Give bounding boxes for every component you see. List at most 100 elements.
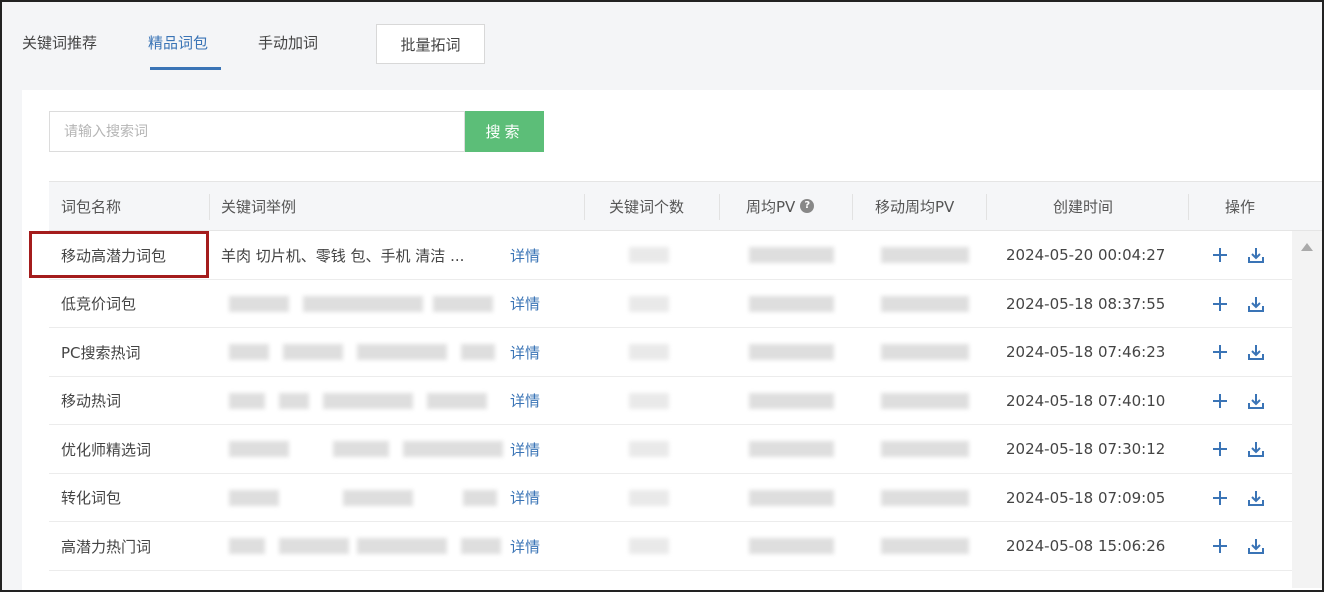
- download-icon[interactable]: [1245, 340, 1267, 364]
- pack-name: 高潜力热门词: [61, 537, 152, 556]
- redacted-mobile-weekly-pv: [881, 489, 969, 506]
- created-time: 2024-05-18 07:46:23: [1006, 343, 1166, 361]
- detail-link-label[interactable]: 详情: [510, 293, 540, 314]
- redacted-weekly-pv: [749, 489, 834, 506]
- redacted-keyword-example: [427, 392, 487, 409]
- download-icon[interactable]: [1245, 534, 1267, 558]
- redacted-mobile-weekly-pv: [881, 441, 969, 457]
- tab-keyword-recommend[interactable]: 关键词推荐: [22, 32, 97, 53]
- detail-link[interactable]: 详情: [510, 328, 540, 376]
- redacted-keyword-count: [629, 344, 669, 360]
- detail-link-label[interactable]: 详情: [510, 342, 540, 363]
- table-row: 优化师精选词 详情 2024-05-18 07:30:12: [49, 425, 1292, 474]
- redacted-keyword-example: [229, 489, 279, 506]
- detail-link[interactable]: 详情: [510, 231, 540, 279]
- pack-name: 移动热词: [61, 392, 122, 410]
- redacted-mobile-weekly-pv: [881, 295, 969, 312]
- redacted-keyword-example: [279, 538, 349, 554]
- redacted-keyword-example: [461, 538, 501, 554]
- detail-link[interactable]: 详情: [510, 425, 540, 473]
- keyword-example: 羊肉 切片机、零钱 包、手机 清洁 ...: [221, 246, 465, 265]
- detail-link-label[interactable]: 详情: [510, 487, 540, 508]
- redacted-keyword-example: [283, 344, 343, 360]
- table-row: PC搜索热词 详情 2024-05-18 07:46:23: [49, 328, 1292, 377]
- table-row: 低竞价词包 详情 2024-05-18 08:37:55: [49, 280, 1292, 328]
- pack-name: PC搜索热词: [61, 343, 141, 362]
- table-row: 移动高潜力词包 羊肉 切片机、零钱 包、手机 清洁 ... 详情 2024-05-20…: [49, 231, 1292, 280]
- tab-premium-word-pack[interactable]: 精品词包: [148, 32, 208, 53]
- redacted-keyword-example: [357, 344, 447, 360]
- detail-link[interactable]: 详情: [510, 522, 540, 570]
- redacted-keyword-example: [463, 489, 497, 506]
- redacted-keyword-example: [403, 441, 503, 457]
- detail-link-label[interactable]: 详情: [510, 245, 540, 266]
- redacted-keyword-example: [303, 295, 423, 312]
- redacted-weekly-pv: [749, 247, 834, 263]
- redacted-weekly-pv: [749, 344, 834, 360]
- plus-icon[interactable]: [1209, 292, 1231, 316]
- redacted-keyword-count: [629, 247, 669, 263]
- redacted-keyword-example: [461, 344, 495, 360]
- table-row: 转化词包 详情 2024-05-18 07:09:05: [49, 474, 1292, 522]
- scroll-up-arrow-icon[interactable]: [1300, 242, 1314, 252]
- word-pack-panel: 搜索 词包名称 关键词举例 关键词个数 周均PV ? 移动周均PV 创建时间 操…: [22, 90, 1322, 590]
- column-separator: [986, 194, 987, 220]
- app-frame: 关键词推荐 精品词包 手动加词 批量拓词 搜索 词包名称 关键词举例 关键词个数…: [0, 0, 1324, 592]
- search-input[interactable]: [49, 111, 465, 152]
- search-button[interactable]: 搜索: [465, 111, 544, 152]
- table-row: 高潜力热门词 详情 2024-05-08 15:06:26: [49, 522, 1292, 571]
- redacted-keyword-example: [357, 538, 447, 554]
- table-header: 词包名称 关键词举例 关键词个数 周均PV ? 移动周均PV 创建时间 操作: [49, 181, 1322, 231]
- weekly-pv-label: 周均PV: [746, 197, 796, 216]
- download-icon[interactable]: [1245, 486, 1267, 510]
- table-row: 移动热词 详情 2024-05-18 07:40:10: [49, 377, 1292, 425]
- pack-name: 转化词包: [61, 489, 122, 507]
- created-time: 2024-05-20 00:04:27: [1006, 246, 1166, 264]
- download-icon[interactable]: [1245, 389, 1267, 413]
- batch-expand-button[interactable]: 批量拓词: [376, 24, 485, 64]
- redacted-weekly-pv: [749, 392, 834, 409]
- redacted-mobile-weekly-pv: [881, 538, 969, 554]
- created-time: 2024-05-08 15:06:26: [1006, 537, 1166, 555]
- detail-link[interactable]: 详情: [510, 280, 540, 328]
- word-pack-table: 词包名称 关键词举例 关键词个数 周均PV ? 移动周均PV 创建时间 操作 移…: [49, 181, 1322, 590]
- detail-link[interactable]: 详情: [510, 474, 540, 522]
- active-tab-indicator: [150, 67, 221, 70]
- redacted-keyword-example: [229, 538, 265, 554]
- column-separator: [584, 194, 585, 220]
- download-icon[interactable]: [1245, 243, 1267, 267]
- tab-bar: 关键词推荐 精品词包 手动加词 批量拓词: [4, 4, 1322, 90]
- created-time: 2024-05-18 07:30:12: [1006, 440, 1166, 458]
- tab-manual-add-word[interactable]: 手动加词: [258, 32, 318, 53]
- plus-icon[interactable]: [1209, 486, 1231, 510]
- download-icon[interactable]: [1245, 437, 1267, 461]
- redacted-keyword-example: [279, 392, 309, 409]
- column-separator: [1188, 194, 1189, 220]
- redacted-weekly-pv: [749, 295, 834, 312]
- redacted-weekly-pv: [749, 441, 834, 457]
- redacted-keyword-example: [333, 441, 389, 457]
- created-time: 2024-05-18 08:37:55: [1006, 294, 1166, 313]
- created-time: 2024-05-18 07:09:05: [1006, 488, 1166, 507]
- download-icon[interactable]: [1245, 292, 1267, 316]
- plus-icon[interactable]: [1209, 437, 1231, 461]
- scrollbar-track[interactable]: [1292, 231, 1322, 588]
- redacted-keyword-count: [629, 489, 669, 506]
- detail-link-label[interactable]: 详情: [510, 390, 540, 411]
- column-separator: [852, 194, 853, 220]
- detail-link[interactable]: 详情: [510, 377, 540, 425]
- detail-link-label[interactable]: 详情: [510, 439, 540, 460]
- plus-icon[interactable]: [1209, 389, 1231, 413]
- plus-icon[interactable]: [1209, 340, 1231, 364]
- pack-name: 优化师精选词: [61, 440, 152, 459]
- detail-link-label[interactable]: 详情: [510, 536, 540, 557]
- redacted-weekly-pv: [749, 538, 834, 554]
- column-header-actions: 操作: [1225, 197, 1256, 216]
- redacted-keyword-example: [229, 344, 269, 360]
- redacted-mobile-weekly-pv: [881, 392, 969, 409]
- plus-icon[interactable]: [1209, 534, 1231, 558]
- column-separator: [209, 194, 210, 220]
- plus-icon[interactable]: [1209, 243, 1231, 267]
- redacted-keyword-count: [629, 441, 669, 457]
- question-circle-icon[interactable]: ?: [800, 199, 815, 213]
